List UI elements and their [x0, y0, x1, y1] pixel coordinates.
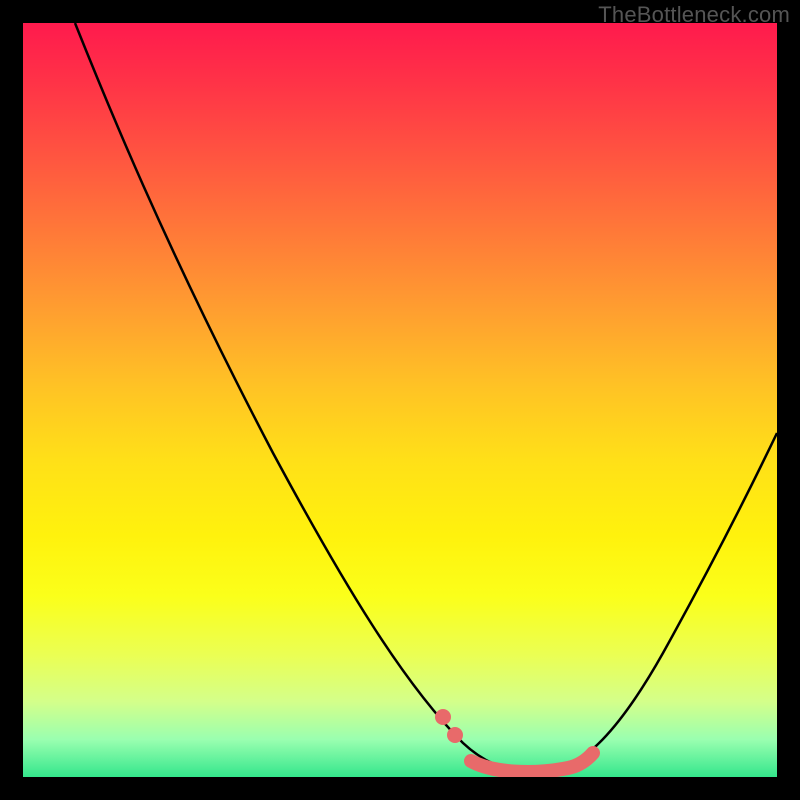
watermark-text: TheBottleneck.com: [598, 2, 790, 28]
highlight-dot-1: [435, 709, 451, 725]
highlight-dot-2: [447, 727, 463, 743]
bottleneck-curve: [75, 23, 777, 772]
chart-plot-area: [23, 23, 777, 777]
chart-svg: [23, 23, 777, 777]
highlight-optimal-range: [471, 753, 593, 772]
